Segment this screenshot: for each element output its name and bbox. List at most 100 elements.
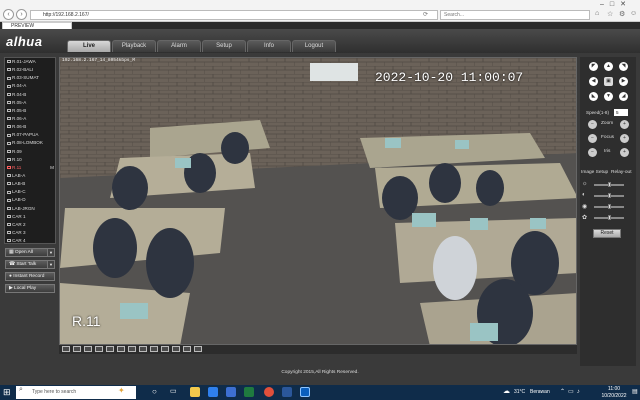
image-setup-tab[interactable]: Image Setup — [581, 170, 608, 175]
system-tray-icons[interactable]: ⌃▭♪ — [560, 388, 583, 395]
layout-9-icon[interactable] — [106, 346, 114, 352]
fullscreen-icon[interactable] — [172, 346, 180, 352]
word-icon[interactable] — [282, 387, 292, 397]
channel-item[interactable]: R.06-B — [5, 123, 55, 131]
settings-gear-icon[interactable]: ⚙ — [619, 10, 625, 18]
dropdown-arrow-icon[interactable]: ▼ — [47, 260, 55, 269]
aspect-ratio-icon[interactable] — [194, 346, 202, 352]
local-play-button[interactable]: ▶ Local Play — [5, 284, 55, 293]
layout-6-icon[interactable] — [84, 346, 92, 352]
tab-playback[interactable]: Playback — [112, 40, 156, 52]
widgets-icon[interactable]: ▭ — [170, 387, 177, 395]
windows-start-icon[interactable]: ⊞ — [3, 387, 11, 398]
layout-36-icon[interactable] — [161, 346, 169, 352]
dropdown-arrow-icon[interactable]: ▼ — [47, 248, 55, 257]
channel-item[interactable]: LAB-B — [5, 180, 55, 188]
focus-out-button[interactable]: − — [588, 134, 597, 143]
tab-logout[interactable]: Logout — [292, 40, 336, 52]
channel-item[interactable]: R.05-A — [5, 99, 55, 107]
channel-item-active[interactable]: R.11 M — [5, 164, 55, 172]
internet-explorer-icon[interactable] — [300, 387, 310, 397]
channel-item[interactable]: CAR 3 — [5, 229, 55, 237]
channel-item[interactable]: R.10 — [5, 156, 55, 164]
forward-icon[interactable]: › — [16, 9, 27, 20]
brightness-slider-knob[interactable] — [607, 182, 611, 187]
excel-icon[interactable] — [244, 387, 254, 397]
tab-live[interactable]: Live — [67, 40, 111, 52]
smiley-icon[interactable]: ☺ — [630, 10, 637, 17]
channel-item[interactable]: CAR 1 — [5, 213, 55, 221]
refresh-icon[interactable]: ⟳ — [423, 11, 428, 18]
live-video-feed[interactable]: 192.168.2.167_14_8054kbps_M 2022-10-20 1… — [59, 57, 577, 345]
speed-select[interactable]: 5 — [614, 109, 628, 116]
channel-item[interactable]: R.03-SUMAT — [5, 74, 55, 82]
ptz-down-left-icon[interactable]: ◣ — [589, 92, 598, 101]
window-controls[interactable]: –□✕ — [600, 0, 632, 8]
iris-close-button[interactable]: − — [588, 148, 597, 157]
home-icon[interactable]: ⌂ — [595, 10, 599, 17]
ptz-up-right-icon[interactable]: ◥ — [619, 62, 628, 71]
camera-icon — [7, 117, 11, 121]
task-view-icon[interactable]: ○ — [152, 387, 157, 396]
channel-item[interactable]: CAR 4 — [5, 237, 55, 243]
channel-item[interactable]: LAB-C — [5, 188, 55, 196]
contrast-slider-knob[interactable] — [607, 193, 611, 198]
focus-in-button[interactable]: + — [620, 134, 629, 143]
layout-8-icon[interactable] — [95, 346, 103, 352]
notification-icon[interactable]: ▤ — [632, 388, 638, 395]
tab-alarm[interactable]: Alarm — [157, 40, 201, 52]
ptz-up-left-icon[interactable]: ◤ — [589, 62, 598, 71]
chrome-icon[interactable] — [264, 387, 274, 397]
channel-item[interactable]: R.06-A — [5, 115, 55, 123]
saturation-slider-knob[interactable] — [607, 204, 611, 209]
iris-open-button[interactable]: + — [620, 148, 629, 157]
layout-25-icon[interactable] — [150, 346, 158, 352]
channel-item[interactable]: R.04-B — [5, 91, 55, 99]
channel-item[interactable]: R.09 — [5, 148, 55, 156]
channel-item[interactable]: R.01-JAWA — [5, 58, 55, 66]
start-talk-button[interactable]: ☎ Start Talk ▼ — [5, 260, 55, 269]
snapshot-icon[interactable] — [183, 346, 191, 352]
ptz-center-icon[interactable]: ▣ — [604, 77, 613, 86]
reset-button[interactable]: Reset — [593, 229, 621, 238]
weather-temperature: 31°C — [514, 389, 526, 395]
channel-item[interactable]: R.02-BALI — [5, 66, 55, 74]
ptz-down-icon[interactable]: ▼ — [604, 92, 613, 101]
channel-item[interactable]: R.07-PAPUA — [5, 131, 55, 139]
tab-setup[interactable]: Setup — [202, 40, 246, 52]
address-bar[interactable]: http://192.168.2.167/ — [30, 10, 438, 20]
relay-out-tab[interactable]: Relay-out — [611, 170, 632, 175]
edge-browser-icon[interactable] — [208, 387, 218, 397]
channel-item[interactable]: CAR 2 — [5, 221, 55, 229]
channel-item[interactable]: LAB-A — [5, 172, 55, 180]
ptz-left-icon[interactable]: ◀ — [589, 77, 598, 86]
zoom-out-button[interactable]: − — [588, 120, 597, 129]
channel-item[interactable]: R.08-LOMBOK — [5, 139, 55, 147]
channel-item[interactable]: R.05-B — [5, 107, 55, 115]
file-explorer-icon[interactable] — [190, 387, 200, 397]
layout-1-icon[interactable] — [62, 346, 70, 352]
layout-13-icon[interactable] — [117, 346, 125, 352]
camera-icon — [7, 198, 11, 202]
iris-label: Iris — [604, 149, 611, 154]
camera-icon — [7, 84, 11, 88]
ptz-down-right-icon[interactable]: ◢ — [619, 92, 628, 101]
layout-4-icon[interactable] — [73, 346, 81, 352]
hue-slider-knob[interactable] — [607, 215, 611, 220]
layout-20-icon[interactable] — [139, 346, 147, 352]
zoom-in-button[interactable]: + — [620, 120, 629, 129]
instant-record-button[interactable]: ● Instant Record — [5, 272, 55, 281]
channel-item[interactable]: LAB-D — [5, 196, 55, 204]
browser-search-input[interactable]: Search... — [440, 10, 590, 20]
ptz-up-icon[interactable]: ▲ — [604, 62, 613, 71]
layout-16-icon[interactable] — [128, 346, 136, 352]
ptz-right-icon[interactable]: ▶ — [619, 77, 628, 86]
favorites-icon[interactable]: ☆ — [607, 10, 613, 18]
channel-item[interactable]: R.04-A — [5, 82, 55, 90]
channel-item[interactable]: LAB-JRGN — [5, 205, 55, 213]
browser-tab[interactable]: PREVIEW — [2, 22, 72, 29]
open-all-button[interactable]: ▦ Open All ▼ — [5, 248, 55, 257]
tab-info[interactable]: Info — [247, 40, 291, 52]
mail-icon[interactable] — [226, 387, 236, 397]
back-icon[interactable]: ‹ — [3, 9, 14, 20]
